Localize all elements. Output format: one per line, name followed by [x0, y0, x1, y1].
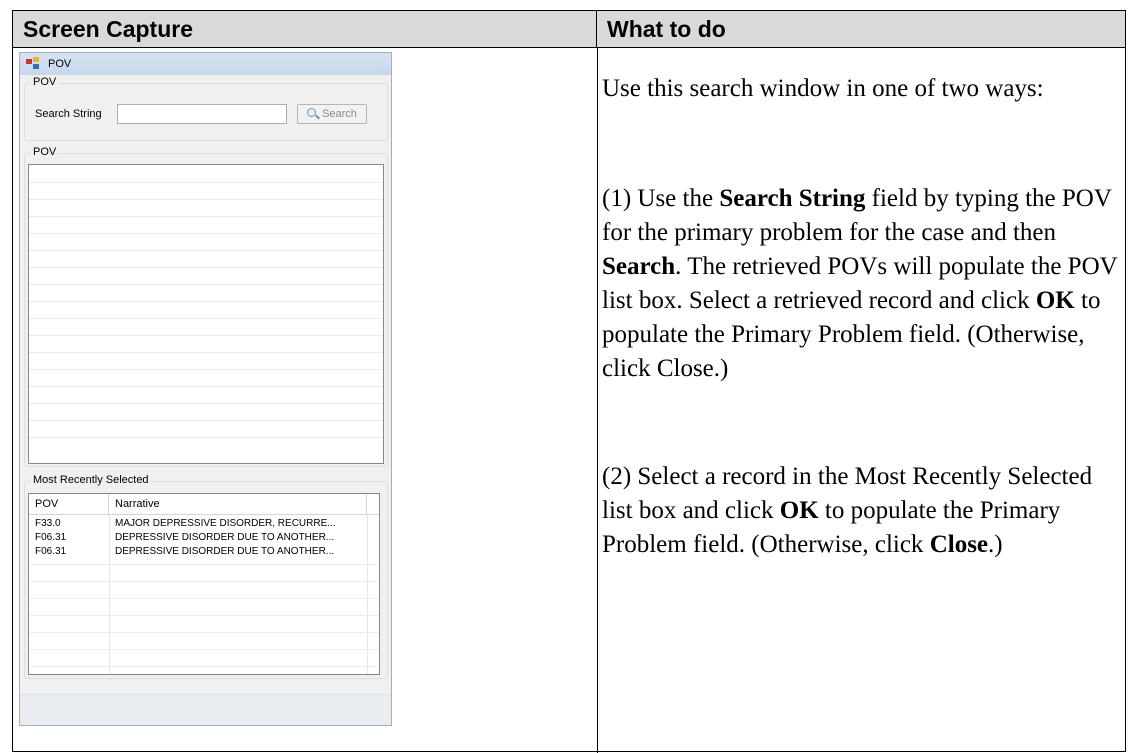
p2-bold-ok: OK [779, 497, 819, 524]
p1-bold-ok: OK [1035, 287, 1075, 314]
pov-list-group: POV [24, 146, 388, 467]
search-string-input[interactable] [117, 104, 287, 124]
p1-bold-search-string: Search String [719, 185, 866, 212]
instruction-paragraph-2: (2) Select a record in the Most Recently… [602, 460, 1122, 562]
mrs-group-label: Most Recently Selected [31, 474, 151, 486]
search-button-label: Search [322, 108, 357, 120]
column-divider [597, 48, 598, 753]
mrs-col-narrative[interactable]: Narrative [109, 494, 367, 514]
mrs-row[interactable]: F06.31 DEPRESSIVE DISORDER DUE TO ANOTHE… [29, 545, 379, 559]
instruction-paragraph-1: (1) Use the Search String field by typin… [602, 182, 1122, 386]
pov-search-group: POV Search String Search [24, 76, 388, 141]
header-what-to-do: What to do [597, 11, 1125, 48]
p1-bold-search: Search [602, 253, 676, 280]
pov-group-label: POV [31, 76, 59, 88]
mrs-col-pov[interactable]: POV [29, 494, 109, 514]
pov-window: POV POV Search String Search POV Most Re… [19, 52, 392, 726]
p2-bold-close: Close [929, 531, 989, 558]
mrs-listview[interactable]: POV Narrative F33.0 MAJOR DEPRESSIVE DIS… [28, 493, 380, 675]
window-title: POV [48, 58, 72, 70]
instruction-intro: Use this search window in one of two way… [602, 75, 1044, 102]
window-titlebar: POV [20, 53, 391, 75]
search-string-label: Search String [35, 108, 102, 120]
search-button[interactable]: Search [297, 104, 367, 124]
mrs-row-narrative: DEPRESSIVE DISORDER DUE TO ANOTHER... [115, 546, 335, 557]
app-icon [26, 57, 42, 71]
pov-list-group-label: POV [31, 146, 59, 158]
mrs-row[interactable]: F33.0 MAJOR DEPRESSIVE DISORDER, RECURRE… [29, 517, 379, 531]
header-screen-capture: Screen Capture [13, 11, 597, 48]
mrs-header: POV Narrative [29, 494, 379, 515]
p1-text: (1) Use the [602, 185, 720, 212]
mrs-row-narrative: MAJOR DEPRESSIVE DISORDER, RECURRE... [115, 518, 336, 529]
mrs-row[interactable]: F06.31 DEPRESSIVE DISORDER DUE TO ANOTHE… [29, 531, 379, 545]
p2-text: .) [988, 531, 1003, 558]
mrs-row-pov: F06.31 [35, 532, 67, 543]
search-icon [307, 108, 321, 120]
mrs-row-narrative: DEPRESSIVE DISORDER DUE TO ANOTHER... [115, 532, 335, 543]
window-footer [20, 694, 391, 725]
pov-listbox[interactable] [28, 164, 384, 464]
mrs-row-pov: F06.31 [35, 546, 67, 557]
mrs-row-pov: F33.0 [35, 518, 61, 529]
